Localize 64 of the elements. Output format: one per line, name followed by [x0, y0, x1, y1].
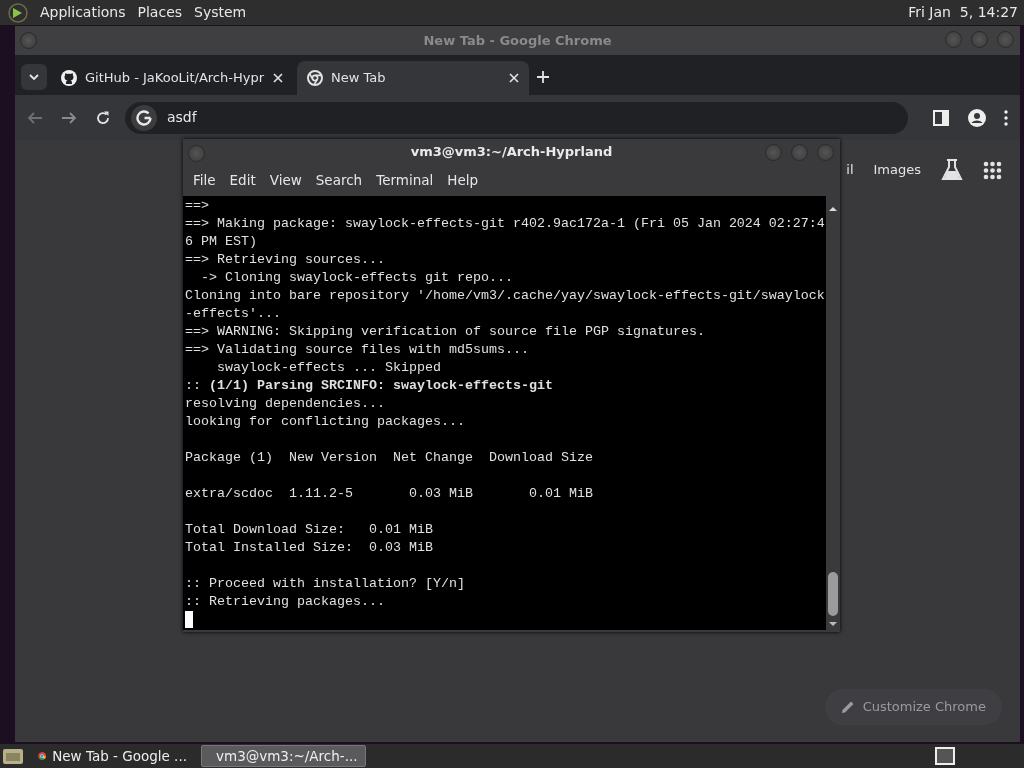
clock: Fri Jan 5, 14:27 — [908, 3, 1018, 22]
terminal-line: resolving dependencies... — [185, 395, 386, 413]
panel-menu[interactable]: Places — [137, 2, 183, 23]
tab-search-button[interactable] — [21, 64, 47, 90]
terminal-line: looking for conflicting packages... — [185, 413, 466, 431]
caret-icon — [29, 74, 39, 80]
menu-item[interactable]: Search — [309, 170, 371, 191]
terminal-line: :: Proceed with installation? [Y/n] — [185, 575, 466, 593]
page-link[interactable]: il — [846, 160, 854, 180]
terminal-line: ==> WARNING: Skipping verification of source file PGP signatures. — [185, 323, 706, 341]
taskbar-item[interactable]: vm3@vm3:~/Arch-... — [201, 745, 366, 767]
terminal-line: ==> Validating source files with md5sums... — [185, 341, 530, 359]
terminal-line: Total Download Size: 0.01 MiB — [185, 521, 434, 539]
forward-arrow-icon — [61, 109, 77, 126]
window-title: vm3@vm3:~/Arch-Hyprland — [410, 143, 613, 162]
page-link[interactable]: Images — [873, 160, 921, 180]
pencil-icon — [840, 700, 855, 714]
terminal-line: Cloning into bare repository '/home/vm3/.cache/yay/swaylock-effects-git/swaylock — [185, 287, 824, 305]
side-panel-icon — [932, 108, 950, 127]
terminal-line: swaylock-effects ... Skipped — [216, 359, 442, 377]
address-bar[interactable]: asdf — [125, 101, 908, 134]
terminal-line: extra/scdoc 1.11.2-5 0.03 MiB 0.01 MiB — [185, 485, 594, 503]
terminal-line: ==> Retrieving sources... — [185, 251, 386, 269]
terminal-line: :: (1/1) Parsing SRCINFO: swaylock-effects-git — [185, 377, 554, 395]
terminal-line: -> Cloning swaylock-effects git repo... — [200, 269, 514, 287]
terminal-line: Total Installed Size: 0.03 MiB — [185, 539, 434, 557]
github-icon — [61, 70, 77, 86]
workspace-icon[interactable] — [934, 746, 956, 766]
show-desktop-icon[interactable] — [2, 746, 24, 766]
window-title: New Tab - Google Chrome — [423, 31, 612, 50]
panel-menu[interactable]: System — [194, 2, 247, 23]
flask-icon[interactable] — [941, 158, 963, 182]
browser-tab[interactable]: GitHub - JaKooLit/Arch-Hypr — [51, 61, 293, 95]
terminal-line: 6 PM EST) — [185, 233, 258, 251]
terminal-line: ==> — [185, 197, 210, 215]
menu-item[interactable]: File — [187, 170, 224, 191]
taskbar-item[interactable]: New Tab - Google ... — [30, 745, 195, 767]
plus-icon — [537, 71, 549, 83]
menu-item[interactable]: View — [263, 170, 310, 191]
menu-item[interactable]: Edit — [223, 170, 264, 191]
terminal-line: -effects'... — [185, 305, 282, 323]
scroll-down-icon — [828, 621, 838, 627]
person-icon — [968, 108, 986, 127]
menu-item[interactable]: Help — [441, 170, 487, 191]
back-arrow-icon — [27, 109, 43, 126]
terminal-line: ==> Making package: swaylock-effects-git r402.9ac172a-1 (Fri 05 Jan 2024 02:27:4 — [185, 215, 824, 233]
terminal-line: :: Retrieving packages... — [185, 593, 386, 611]
text-cursor — [185, 611, 193, 628]
chrome-icon — [307, 70, 323, 86]
menu-logo-icon[interactable] — [6, 1, 28, 24]
browser-tab[interactable]: New Tab — [297, 61, 529, 95]
menu-item[interactable]: Terminal — [370, 170, 442, 191]
google-g-icon — [136, 109, 152, 126]
close-icon[interactable] — [509, 73, 519, 83]
kebab-menu-icon — [1004, 109, 1008, 126]
scroll-thumb[interactable] — [828, 572, 838, 616]
apps-grid-icon[interactable] — [983, 160, 1002, 180]
terminal-line: Package (1) New Version Net Change Download Size — [185, 449, 594, 467]
panel-menu[interactable]: Applications — [40, 2, 126, 23]
close-icon[interactable] — [273, 73, 283, 83]
scrollbar[interactable] — [826, 196, 840, 630]
scroll-up-icon — [828, 205, 838, 212]
customize-button[interactable]: Customize Chrome — [824, 689, 1002, 725]
reload-icon — [95, 109, 111, 126]
